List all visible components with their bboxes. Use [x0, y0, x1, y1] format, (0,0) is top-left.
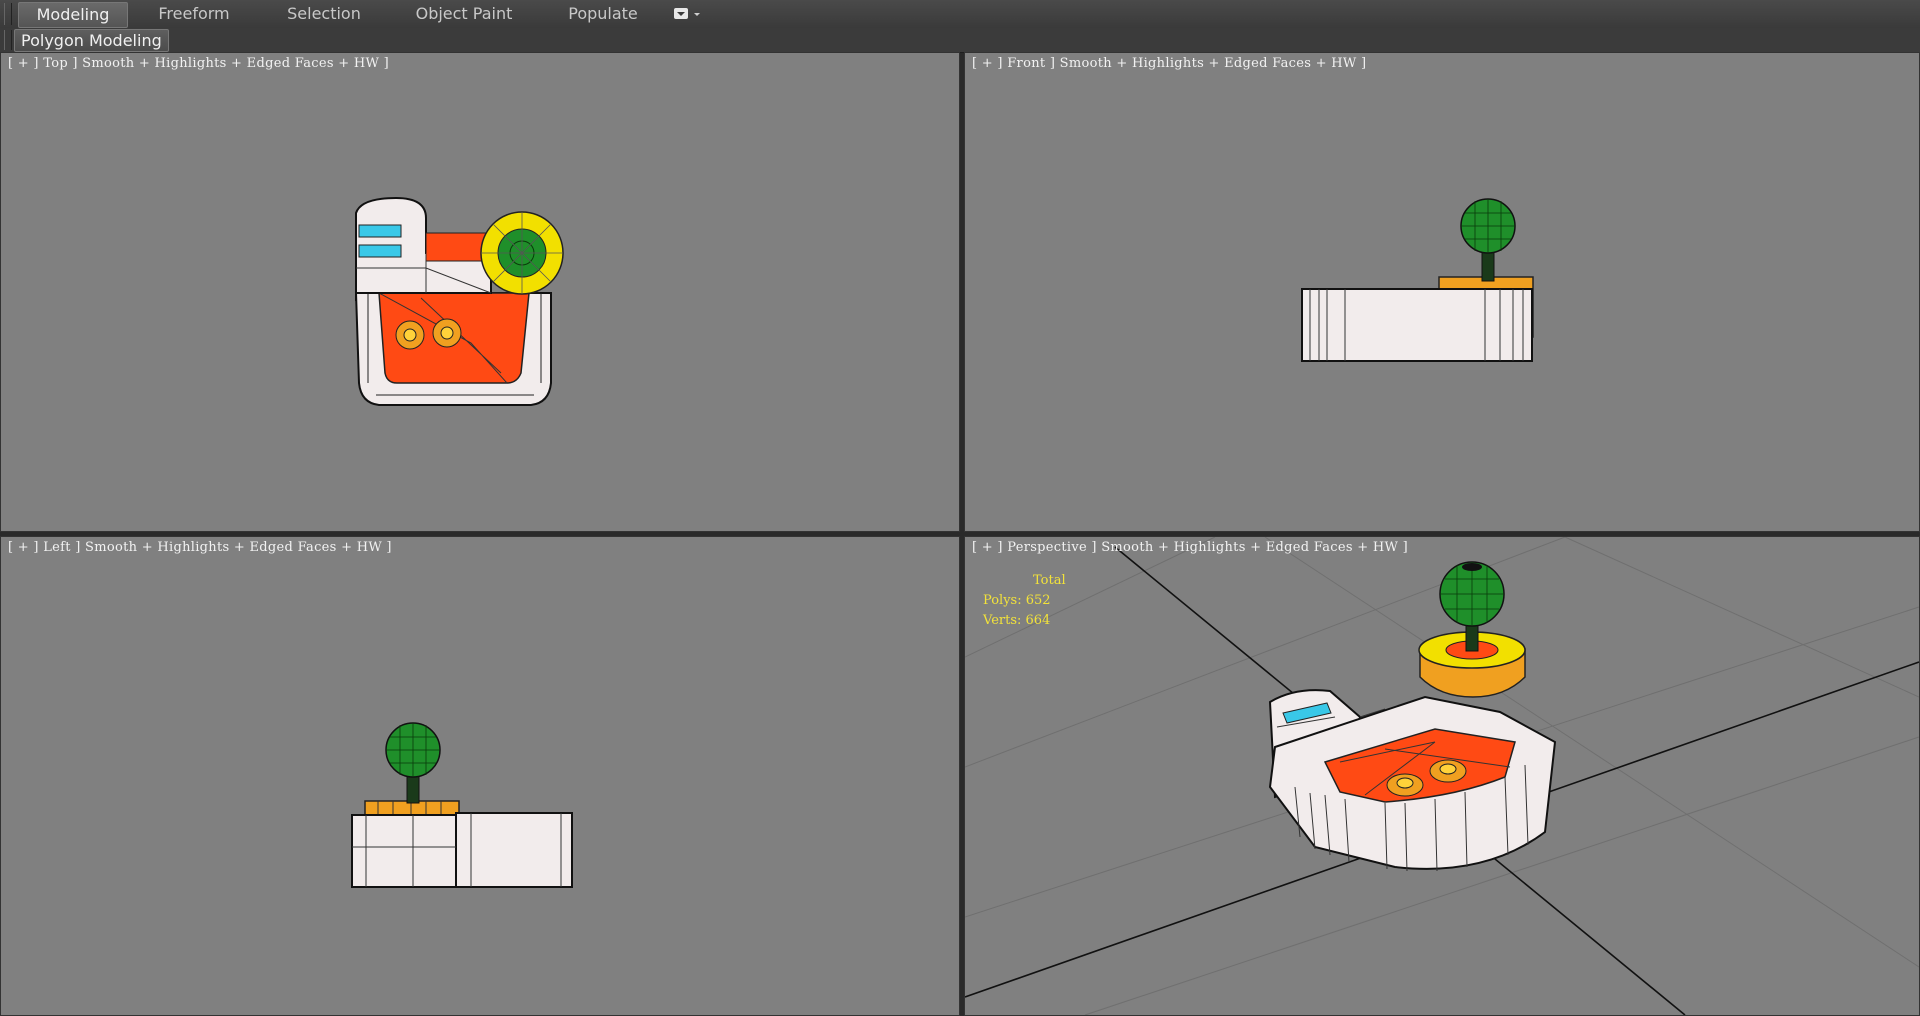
viewport-perspective-label[interactable]: [ + ] Perspective ] Smooth + Highlights …	[972, 540, 1408, 555]
stats-polys: Polys: 652	[983, 593, 1051, 608]
ribbon-panel-bar: Polygon Modeling	[0, 28, 1920, 53]
tab-selection[interactable]: Selection	[276, 2, 372, 26]
top-view-model	[354, 196, 564, 406]
viewport-front-label[interactable]: [ + ] Front ] Smooth + Highlights + Edge…	[972, 56, 1366, 71]
tab-object-paint[interactable]: Object Paint	[408, 2, 520, 26]
stats-title: Total	[1033, 573, 1066, 588]
tab-freeform[interactable]: Freeform	[146, 2, 242, 26]
viewport-top[interactable]: [ + ] Top ] Smooth + Highlights + Edged …	[0, 52, 960, 532]
ribbon-bar: Modeling Freeform Selection Object Paint…	[0, 0, 1920, 29]
tab-modeling[interactable]: Modeling	[18, 2, 128, 28]
panel-grip-handle[interactable]	[4, 30, 12, 50]
viewport-front[interactable]: [ + ] Front ] Smooth + Highlights + Edge…	[964, 52, 1920, 532]
ribbon-grip-handle[interactable]	[4, 3, 12, 25]
viewport-left[interactable]: [ + ] Left ] Smooth + Highlights + Edged…	[0, 536, 960, 1016]
viewport-left-label[interactable]: [ + ] Left ] Smooth + Highlights + Edged…	[8, 540, 392, 555]
perspective-view-model	[965, 537, 1919, 1015]
polygon-modeling-panel-button[interactable]: Polygon Modeling	[14, 29, 169, 52]
scene-statistics: Total Polys: 652 Verts: 664	[983, 571, 1066, 631]
viewport-top-label[interactable]: [ + ] Top ] Smooth + Highlights + Edged …	[8, 56, 389, 71]
front-view-model	[1301, 198, 1534, 362]
stats-verts: Verts: 664	[983, 613, 1051, 628]
dropdown-icon	[674, 8, 700, 19]
viewport-perspective[interactable]: [ + ] Perspective ] Smooth + Highlights …	[964, 536, 1920, 1016]
left-view-model	[351, 722, 573, 888]
ribbon-more-button[interactable]	[672, 6, 704, 22]
tab-populate[interactable]: Populate	[560, 2, 646, 26]
